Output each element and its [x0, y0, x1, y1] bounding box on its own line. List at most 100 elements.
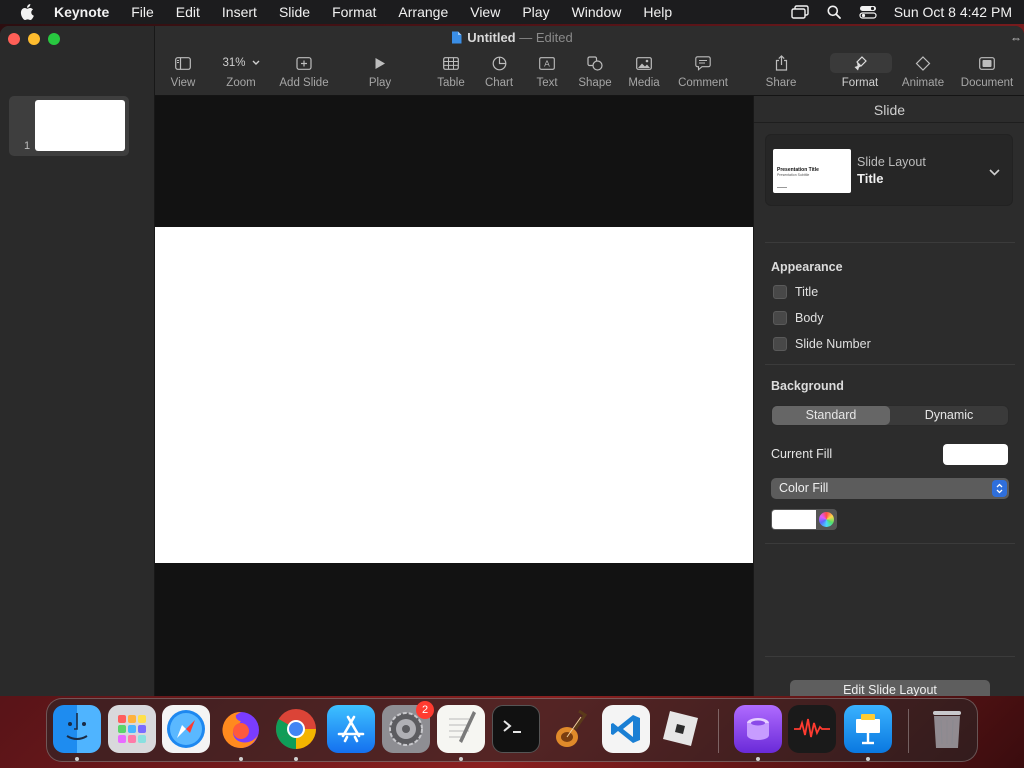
menu-bar: Keynote File Edit Insert Slide Format Ar… [0, 0, 1024, 24]
screen-mirroring-icon[interactable] [790, 2, 810, 22]
launchpad-icon[interactable] [108, 705, 156, 753]
document-status: Edited [535, 30, 573, 45]
roblox-icon[interactable] [656, 705, 704, 753]
menu-view[interactable]: View [459, 0, 511, 24]
menu-slide[interactable]: Slide [268, 0, 321, 24]
dock-separator [718, 709, 719, 753]
pie-chart-icon [492, 54, 507, 72]
chrome-icon[interactable] [272, 705, 320, 753]
section-divider [765, 656, 1015, 657]
color-well-swatch[interactable] [772, 510, 816, 529]
slide-number-checkbox-row[interactable]: Slide Number [773, 337, 871, 351]
garageband-icon[interactable] [547, 705, 595, 753]
section-divider [765, 364, 1015, 365]
keynote-app-icon[interactable] [844, 705, 892, 753]
running-indicator [459, 757, 463, 761]
fill-type-select[interactable]: Color Fill [771, 478, 1009, 499]
body-checkbox[interactable] [773, 311, 787, 325]
vscode-icon[interactable] [602, 705, 650, 753]
animate-diamond-icon [914, 54, 932, 72]
document-name[interactable]: Untitled [467, 30, 515, 45]
title-checkbox-row[interactable]: Title [773, 285, 818, 299]
text-box-icon: A [539, 54, 555, 72]
play-icon [374, 54, 386, 72]
slide-number-checkbox-label: Slide Number [795, 337, 871, 351]
shape-label: Shape [578, 77, 612, 89]
play-button[interactable]: Play [350, 54, 410, 89]
title-checkbox[interactable] [773, 285, 787, 299]
document-label: Document [960, 77, 1014, 89]
add-slide-button[interactable]: Add Slide [274, 54, 334, 89]
select-stepper-icon [992, 480, 1007, 497]
comment-label: Comment [678, 77, 728, 89]
notification-badge: 2 [416, 701, 434, 719]
firefox-icon[interactable] [217, 705, 265, 753]
comment-icon [695, 54, 711, 72]
menu-clock[interactable]: Sun Oct 8 4:42 PM [894, 4, 1012, 20]
finder-icon[interactable] [53, 705, 101, 753]
text-label: Text [536, 77, 558, 89]
comment-button[interactable]: Comment [673, 54, 733, 89]
voice-memos-icon[interactable] [788, 705, 836, 753]
menu-arrange[interactable]: Arrange [387, 0, 459, 24]
running-indicator [294, 757, 298, 761]
share-label: Share [765, 77, 797, 89]
slide-thumbnail-1[interactable] [35, 100, 125, 151]
menu-edit[interactable]: Edit [165, 0, 211, 24]
view-button[interactable]: View [153, 54, 213, 89]
media-button[interactable]: Media [614, 54, 674, 89]
menu-format[interactable]: Format [321, 0, 387, 24]
current-fill-swatch[interactable] [943, 444, 1008, 465]
zoom-value-box[interactable]: 31% [222, 54, 260, 72]
disk-utility-icon[interactable] [734, 705, 782, 753]
menu-play[interactable]: Play [511, 0, 560, 24]
apple-icon[interactable] [18, 3, 36, 21]
paintbrush-icon [853, 54, 867, 72]
system-settings-icon[interactable]: 2 [382, 701, 434, 753]
animate-label: Animate [901, 77, 945, 89]
menu-app-keynote[interactable]: Keynote [54, 0, 120, 24]
slide-number-checkbox[interactable] [773, 337, 787, 351]
inspector-divider [754, 122, 1024, 123]
body-checkbox-row[interactable]: Body [773, 311, 824, 325]
slide-canvas [155, 96, 753, 696]
color-wheel-icon[interactable] [819, 512, 834, 527]
table-icon [443, 54, 459, 72]
spotlight-search-icon[interactable] [824, 2, 844, 22]
title-separator: — [519, 30, 533, 45]
slide-layout-picker[interactable]: Presentation Title Presentation Subtitle… [765, 134, 1013, 206]
control-center-icon[interactable] [858, 2, 878, 22]
trash-icon[interactable] [923, 705, 971, 753]
edit-slide-layout-button[interactable]: Edit Slide Layout [790, 680, 990, 696]
window-toolbar: Untitled — Edited ⇔ View 31% Zoom Add Sl… [0, 26, 1024, 96]
slide-layout-label: Slide Layout [857, 155, 926, 169]
menu-insert[interactable]: Insert [211, 0, 268, 24]
chevron-down-icon[interactable] [989, 163, 1000, 181]
color-well[interactable] [771, 509, 837, 530]
textedit-icon[interactable] [437, 705, 485, 753]
current-fill-label: Current Fill [771, 447, 833, 461]
body-checkbox-label: Body [795, 311, 824, 325]
document-button[interactable]: Document [957, 54, 1017, 89]
format-label: Format [841, 77, 879, 89]
standard-background-tab[interactable]: Standard [772, 406, 890, 425]
zoom-value: 31% [222, 57, 246, 69]
menu-file[interactable]: File [120, 0, 165, 24]
slide-1[interactable] [155, 227, 753, 563]
safari-icon[interactable] [162, 705, 210, 753]
add-slide-label: Add Slide [279, 77, 329, 89]
terminal-icon[interactable] [492, 705, 540, 753]
menu-help[interactable]: Help [632, 0, 683, 24]
menu-window[interactable]: Window [561, 0, 633, 24]
add-slide-icon [296, 54, 312, 72]
keynote-document-icon [451, 31, 462, 47]
zoom-popup[interactable]: 31% Zoom [211, 54, 271, 89]
dynamic-background-tab[interactable]: Dynamic [890, 406, 1008, 425]
share-button[interactable]: Share [751, 54, 811, 89]
share-icon [775, 54, 788, 72]
running-indicator [75, 757, 79, 761]
animate-button[interactable]: Animate [893, 54, 953, 89]
format-button[interactable]: Format [830, 54, 890, 89]
section-divider [765, 543, 1015, 544]
app-store-icon[interactable] [327, 705, 375, 753]
